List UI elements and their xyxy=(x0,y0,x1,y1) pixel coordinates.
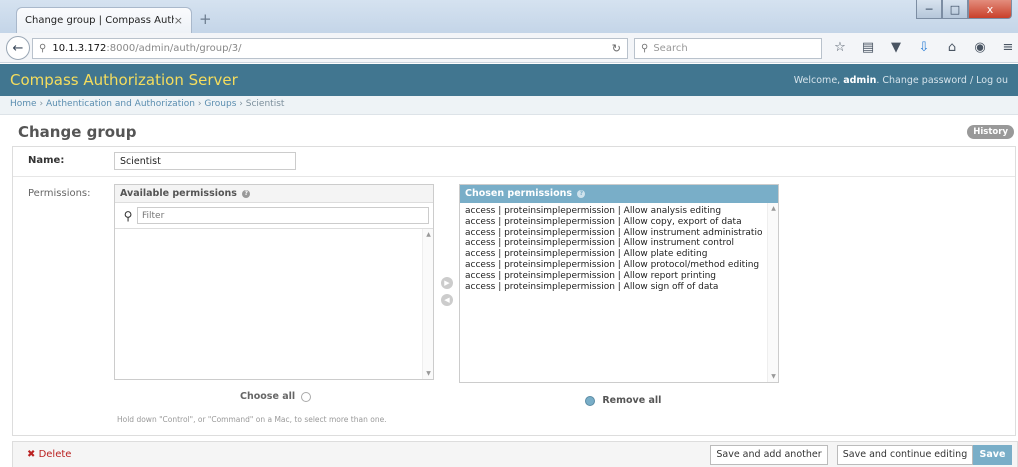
admin-header: Compass Authorization Server Welcome, ad… xyxy=(0,64,1018,96)
chosen-permissions-list[interactable]: access | proteinsimplepermission | Allow… xyxy=(460,203,778,382)
breadcrumb: Home › Authentication and Authorization … xyxy=(0,96,1018,115)
delete-text: Delete xyxy=(38,449,72,460)
chosen-title-text: Chosen permissions xyxy=(465,188,573,199)
list-item[interactable]: access | proteinsimplepermission | Allow… xyxy=(465,271,764,282)
logout-link[interactable]: Log ou xyxy=(976,75,1008,86)
list-item[interactable]: access | proteinsimplepermission | Allow… xyxy=(465,282,764,293)
remove-all-link[interactable]: Remove all xyxy=(585,395,661,406)
row-divider xyxy=(13,176,1015,177)
url-host: 10.1.3.172 xyxy=(52,43,107,54)
username: admin xyxy=(843,74,877,86)
window-controls: ─ □ x xyxy=(916,0,1012,19)
search-input[interactable]: ⚲ Search xyxy=(634,38,822,59)
reload-icon[interactable]: ↻ xyxy=(612,42,621,55)
submit-row: ✖ Delete Save and add another Save and c… xyxy=(12,441,1018,467)
save-and-continue-button[interactable]: Save and continue editing xyxy=(837,445,973,465)
help-icon: ? xyxy=(242,189,251,198)
scroll-down-icon[interactable]: ▼ xyxy=(423,370,433,377)
minimize-button[interactable]: ─ xyxy=(916,0,942,19)
delete-icon: ✖ xyxy=(27,449,36,460)
browser-tab[interactable]: Change group | Compass Auth... × xyxy=(16,7,192,33)
filter-input[interactable] xyxy=(137,207,429,224)
browser-toolbar: ☆ ▤ ▼ ⇩ ⌂ ◉ ≡ xyxy=(832,40,1016,55)
pocket-icon[interactable]: ▼ xyxy=(888,40,904,55)
tab-title: Change group | Compass Auth... xyxy=(25,15,174,26)
home-icon[interactable]: ⌂ xyxy=(944,40,960,55)
download-icon[interactable]: ⇩ xyxy=(916,40,932,55)
close-window-button[interactable]: x xyxy=(968,0,1012,19)
list-item[interactable]: access | proteinsimplepermission | Allow… xyxy=(465,228,764,239)
permissions-label: Permissions: xyxy=(28,188,91,199)
available-title-text: Available permissions xyxy=(120,188,237,199)
browser-tab-bar: Change group | Compass Auth... × + ─ □ x xyxy=(0,0,1018,33)
save-button[interactable]: Save xyxy=(973,445,1012,465)
remove-all-icon xyxy=(585,395,595,406)
scroll-up-icon[interactable]: ▲ xyxy=(423,231,433,238)
breadcrumb-home[interactable]: Home xyxy=(10,99,37,109)
welcome-text: Welcome, xyxy=(793,74,841,86)
add-permission-arrow-icon[interactable]: ▶ xyxy=(441,277,453,289)
choose-all-text: Choose all xyxy=(240,391,296,402)
chosen-permissions-title: Chosen permissions ? xyxy=(460,185,778,203)
back-arrow-icon[interactable]: ← xyxy=(6,36,30,60)
scroll-down-icon[interactable]: ▼ xyxy=(768,373,778,380)
list-item[interactable]: access | proteinsimplepermission | Allow… xyxy=(465,260,764,271)
history-button[interactable]: History xyxy=(967,125,1014,139)
name-field[interactable] xyxy=(114,152,296,170)
tab-close-icon[interactable]: × xyxy=(174,14,183,27)
search-placeholder: Search xyxy=(653,43,688,54)
maximize-button[interactable]: □ xyxy=(942,0,968,19)
remove-all-text: Remove all xyxy=(602,395,662,406)
breadcrumb-app[interactable]: Authentication and Authorization xyxy=(46,99,195,109)
breadcrumb-sep: › xyxy=(39,99,44,109)
url-path: :8000/admin/auth/group/3/ xyxy=(106,43,242,54)
chosen-permissions-box: Chosen permissions ? access | proteinsim… xyxy=(459,184,779,383)
name-label: Name: xyxy=(28,155,65,166)
remove-permission-arrow-icon[interactable]: ◀ xyxy=(441,294,453,306)
page-title: Change group xyxy=(18,123,137,141)
delete-link[interactable]: ✖ Delete xyxy=(27,449,71,460)
filter-search-icon: ⚲ xyxy=(123,208,133,223)
change-password-link[interactable]: Change password xyxy=(882,75,967,86)
scroll-up-icon[interactable]: ▲ xyxy=(768,205,778,212)
list-item[interactable]: access | proteinsimplepermission | Allow… xyxy=(465,238,764,249)
url-bar[interactable]: ⚲ 10.1.3.172:8000/admin/auth/group/3/ ↻ xyxy=(32,38,628,59)
chat-icon[interactable]: ◉ xyxy=(972,40,988,55)
list-item[interactable]: access | proteinsimplepermission | Allow… xyxy=(465,206,764,217)
search-icon: ⚲ xyxy=(641,43,649,54)
new-tab-button[interactable]: + xyxy=(199,10,212,28)
user-tools: Welcome, admin. Change password / Log ou xyxy=(793,74,1008,86)
save-and-add-another-button[interactable]: Save and add another xyxy=(710,445,828,465)
site-branding[interactable]: Compass Authorization Server xyxy=(10,71,238,89)
breadcrumb-sep: › xyxy=(197,99,202,109)
available-permissions-list[interactable]: ▲ ▼ xyxy=(115,229,433,379)
breadcrumb-current: Scientist xyxy=(245,99,285,109)
help-icon: ? xyxy=(577,189,586,198)
list-item[interactable]: access | proteinsimplepermission | Allow… xyxy=(465,249,764,260)
choose-all-link[interactable]: Choose all xyxy=(240,391,312,402)
scrollbar[interactable]: ▲ ▼ xyxy=(422,229,433,379)
help-text: Hold down "Control", or "Command" on a M… xyxy=(117,415,387,424)
reading-list-icon[interactable]: ▤ xyxy=(860,40,876,55)
choose-all-icon xyxy=(301,391,312,402)
browser-nav-bar: ← ⚲ 10.1.3.172:8000/admin/auth/group/3/ … xyxy=(0,33,1018,63)
breadcrumb-model[interactable]: Groups xyxy=(204,99,236,109)
site-info-icon[interactable]: ⚲ xyxy=(39,43,46,54)
filter-row: ⚲ xyxy=(115,203,433,229)
breadcrumb-sep: › xyxy=(239,99,243,109)
available-permissions-title: Available permissions ? xyxy=(115,185,433,203)
list-item[interactable]: access | proteinsimplepermission | Allow… xyxy=(465,217,764,228)
bookmark-star-icon[interactable]: ☆ xyxy=(832,40,848,55)
separator: / xyxy=(969,74,974,86)
menu-icon[interactable]: ≡ xyxy=(1000,40,1016,55)
available-permissions-box: Available permissions ? ⚲ ▲ ▼ xyxy=(114,184,434,380)
scrollbar[interactable]: ▲ ▼ xyxy=(767,203,778,382)
